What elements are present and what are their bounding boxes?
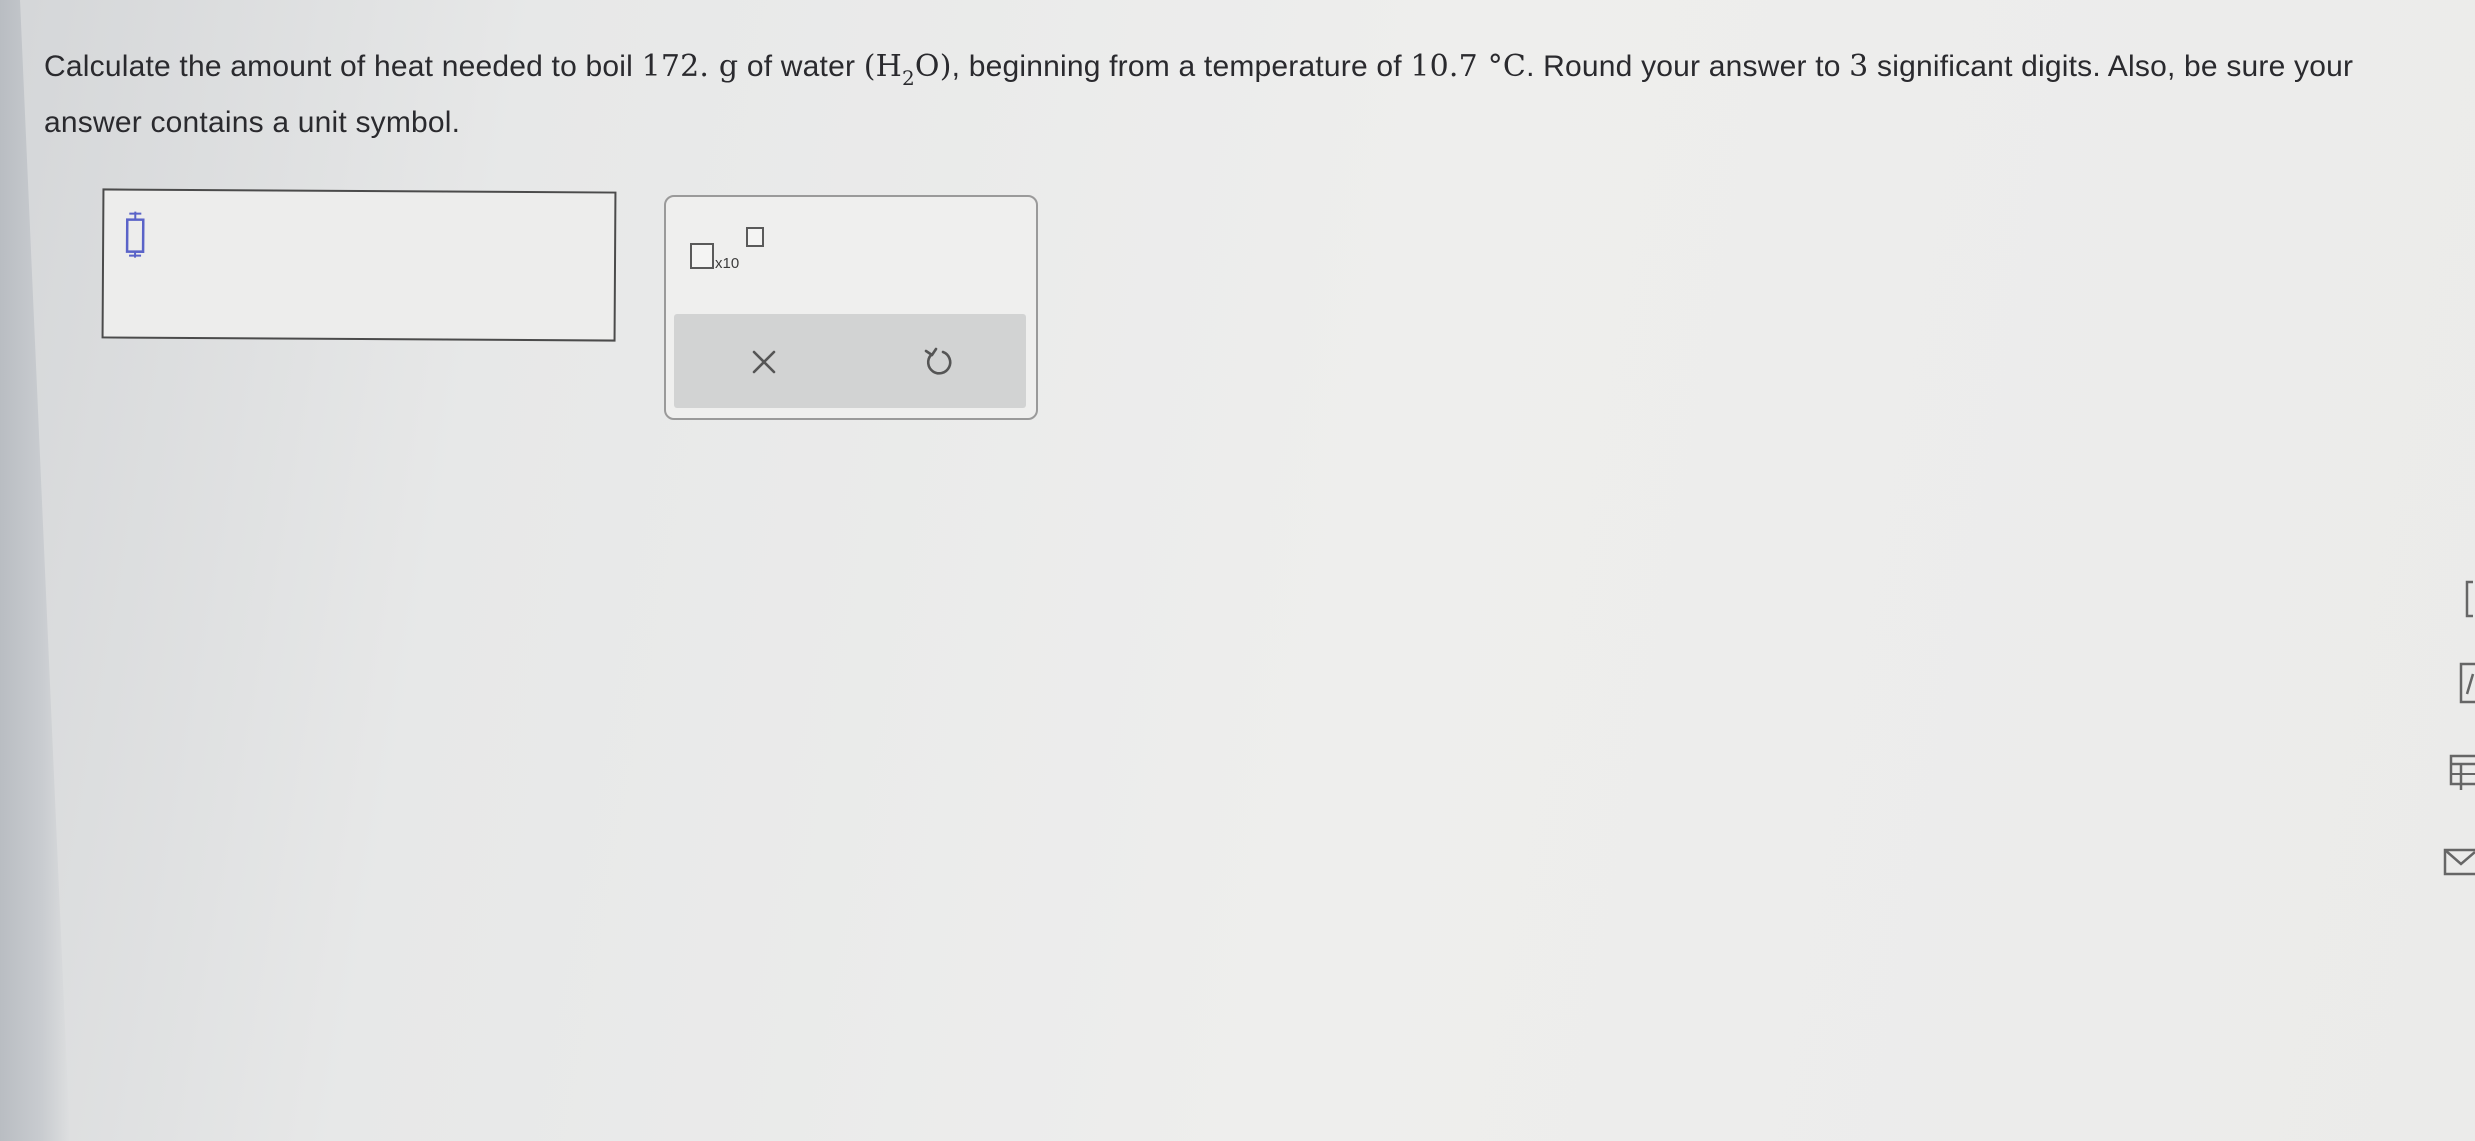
question-text: Calculate the amount of heat needed to b… <box>44 40 2424 149</box>
base-placeholder-icon <box>690 243 714 269</box>
x-icon[interactable] <box>740 338 788 386</box>
side-bracket-icon[interactable] <box>2441 576 2475 622</box>
temperature-unit: °C <box>1477 49 1527 84</box>
formula-subscript: 2 <box>901 66 915 90</box>
question-part-3: , beginning from a temperature of <box>951 50 1411 83</box>
answer-tools-panel: x10 <box>664 195 1038 420</box>
formula: (H2O) <box>863 49 952 90</box>
side-document-icon[interactable] <box>2441 660 2475 706</box>
question-part-2: of water <box>738 50 864 83</box>
answer-input[interactable] <box>101 188 617 342</box>
scientific-notation-button[interactable]: x10 <box>690 227 770 279</box>
x10-label: x10 <box>715 255 740 272</box>
temperature-value: 10.7 <box>1410 49 1478 84</box>
side-mail-icon[interactable] <box>2441 838 2475 884</box>
exponent-placeholder-icon <box>746 227 764 247</box>
text-cursor-icon <box>125 211 145 258</box>
left-edge-shadow <box>0 0 70 1141</box>
mass-value: 172. <box>641 49 710 84</box>
significant-digits: 3 <box>1849 49 1869 84</box>
formula-close: O) <box>914 49 952 84</box>
mass-unit: g <box>709 49 739 84</box>
question-part-4: . Round your answer to <box>1526 50 1850 83</box>
action-bar <box>674 314 1026 408</box>
question-part-1: Calculate the amount of heat needed to b… <box>44 50 642 83</box>
side-table-icon[interactable] <box>2441 750 2475 796</box>
formula-open: (H <box>863 49 902 84</box>
undo-icon[interactable] <box>914 338 962 386</box>
